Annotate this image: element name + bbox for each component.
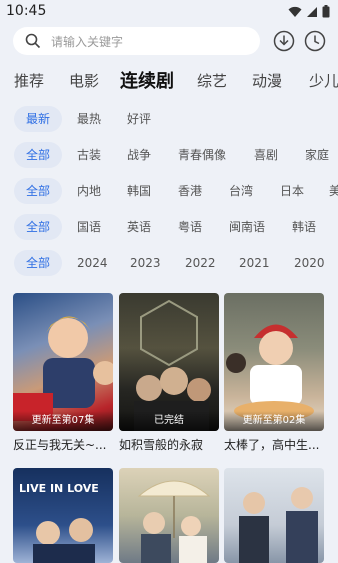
show-title: 太棒了，高中生... [224, 438, 320, 452]
filter-chip[interactable]: 台湾 [229, 178, 253, 204]
filter-chip[interactable]: 香港 [178, 178, 202, 204]
poster-image: 更新至第07集 [13, 293, 113, 431]
filter-chip[interactable]: 古装 [77, 142, 101, 168]
battery-icon [322, 5, 330, 18]
poster-image: 已完结 [119, 293, 219, 431]
filter-chip[interactable]: 2022 [185, 250, 216, 276]
show-card[interactable] [224, 468, 324, 563]
filter-chip[interactable]: 英语 [127, 214, 151, 240]
filter-chip[interactable]: 全部 [14, 178, 63, 204]
filter-chip[interactable]: 内地 [77, 178, 101, 204]
filter-chip[interactable]: 战争 [127, 142, 151, 168]
wifi-icon [288, 6, 302, 17]
category-tabs: 推荐 电影 连续剧 综艺 动漫 少儿 [0, 62, 338, 96]
poster-image: 更新至第02集 [224, 293, 324, 431]
show-title: 反正与我无关~... [13, 438, 107, 452]
poster-art [33, 518, 95, 563]
show-card[interactable]: LIVE IN LOVE [13, 468, 113, 563]
signal-icon [307, 6, 317, 17]
episode-badge: 更新至第02集 [224, 411, 324, 431]
episode-badge: 更新至第07集 [13, 411, 113, 431]
poster-art [239, 487, 318, 563]
filter-chip[interactable]: 2024 [77, 250, 108, 276]
status-icons [288, 5, 330, 18]
filter-chip[interactable]: 2021 [239, 250, 270, 276]
filter-chip[interactable]: 粤语 [178, 214, 202, 240]
episode-badge: 已完结 [119, 411, 219, 431]
filter-row-language: 全部 国语 英语 粤语 闽南语 韩语 [0, 214, 338, 242]
filter-chip[interactable]: 全部 [14, 214, 63, 240]
filter-chip[interactable]: 最新 [14, 106, 63, 132]
filter-chip[interactable]: 韩语 [292, 214, 316, 240]
filter-chip[interactable]: 韩国 [127, 178, 151, 204]
status-time: 10:45 [6, 3, 47, 19]
show-card[interactable]: 已完结 如积雪般的永寂 [119, 293, 219, 458]
show-title: 如积雪般的永寂 [119, 438, 204, 452]
filter-chip[interactable]: 美 [329, 178, 338, 204]
tab-movie[interactable]: 电影 [69, 70, 99, 91]
tab-kids[interactable]: 少儿 [309, 70, 338, 91]
poster-art [137, 480, 211, 563]
filter-row-sort: 最新 最热 好评 [0, 106, 338, 134]
status-bar: 10:45 [0, 0, 338, 24]
filter-chip[interactable]: 家庭 [305, 142, 329, 168]
tab-variety[interactable]: 综艺 [197, 70, 227, 91]
filter-chip[interactable]: 2020 [294, 250, 325, 276]
tab-series[interactable]: 连续剧 [120, 67, 174, 93]
filter-chip[interactable]: 2023 [130, 250, 161, 276]
show-card[interactable]: 更新至第07集 反正与我无关~... [13, 293, 113, 458]
tab-recommend[interactable]: 推荐 [14, 70, 44, 91]
tab-anime[interactable]: 动漫 [252, 70, 282, 91]
history-icon[interactable] [304, 30, 326, 52]
show-card[interactable] [119, 468, 219, 563]
show-card[interactable]: 更新至第02集 太棒了，高中生... [224, 293, 324, 458]
filter-chip[interactable]: 青春偶像 [178, 142, 226, 168]
filter-chip[interactable]: 日本 [280, 178, 304, 204]
search-bar[interactable] [13, 27, 260, 55]
search-input[interactable] [49, 31, 253, 53]
download-icon[interactable] [273, 30, 295, 52]
filter-chip[interactable]: 好评 [127, 106, 151, 132]
filter-row-year: 全部 2024 2023 2022 2021 2020 [0, 250, 338, 278]
filter-chip[interactable]: 全部 [14, 250, 63, 276]
search-icon [25, 33, 41, 49]
filter-chip[interactable]: 喜剧 [254, 142, 278, 168]
filter-chip[interactable]: 最热 [77, 106, 101, 132]
filter-chip[interactable]: 国语 [77, 214, 101, 240]
filter-row-region: 全部 内地 韩国 香港 台湾 日本 美 [0, 178, 338, 206]
filter-row-genre: 全部 古装 战争 青春偶像 喜剧 家庭 [0, 142, 338, 170]
filter-chip[interactable]: 全部 [14, 142, 63, 168]
filter-chip[interactable]: 闽南语 [229, 214, 265, 240]
